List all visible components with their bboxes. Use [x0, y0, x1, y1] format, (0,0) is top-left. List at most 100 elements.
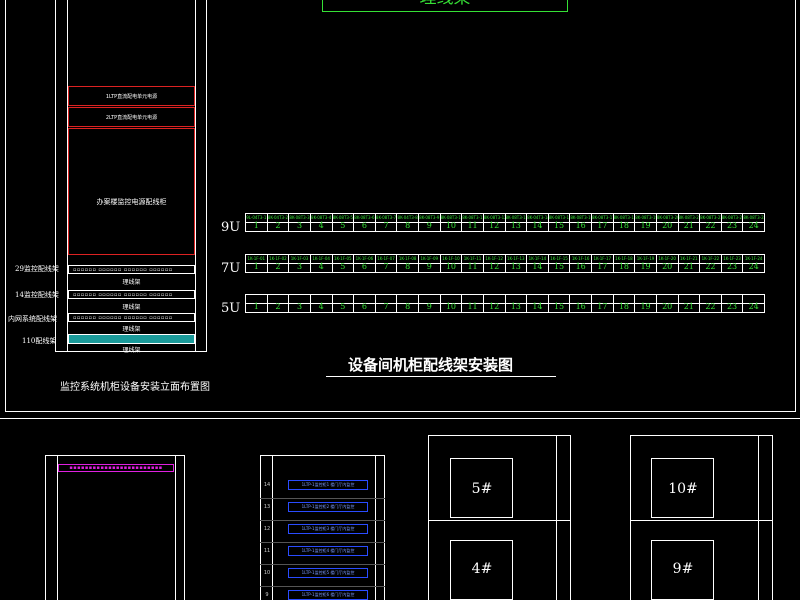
port-number: 7: [383, 302, 389, 311]
port-number: 12: [489, 302, 500, 311]
row-divider: [260, 564, 385, 565]
patch-port: 1K-1F-10 10: [440, 255, 463, 272]
patch-port: 1K-1F-03 3: [289, 255, 311, 272]
port-number: 2: [275, 221, 281, 230]
port-tag: 8K-08T3-12: [483, 215, 505, 220]
port-number: 3: [297, 221, 303, 230]
blue-equipment-item: 1LTP-1监控柜4 楼门厅内监控: [288, 546, 368, 556]
port-tag: 8K-08T3-20: [656, 215, 678, 220]
port-number: 5: [340, 262, 346, 271]
rack-id-4: 4#: [471, 561, 493, 577]
port-tag: 1K-1F-17: [593, 256, 612, 261]
patch-port: 1K-1F-04 4: [310, 255, 333, 272]
port-tag: 8K-08T3-16: [570, 215, 591, 220]
row-divider: [260, 498, 385, 499]
port-tag: 8K-08T3-13: [505, 215, 527, 220]
patch-port: 20: [656, 295, 679, 312]
port-tag: 8K-08T3-6: [354, 215, 375, 220]
unit-label-7u: 7U: [221, 261, 241, 276]
panel-label-intranet: 内网系统配线架: [8, 315, 57, 323]
port-number: 17: [597, 221, 608, 230]
patch-port: 4: [310, 295, 333, 312]
patch-port: 8K-08T3-10 10: [440, 214, 463, 231]
port-tag: 1K-1F-07: [377, 256, 395, 261]
port-number: 22: [705, 221, 716, 230]
port-tag: 1K-1F-16: [571, 256, 590, 261]
patch-port: 1K-1F-01 1: [246, 255, 268, 272]
port-tag: 8K-08T3-3: [289, 215, 310, 220]
port-number: 14: [532, 221, 543, 230]
row-divider: [260, 586, 385, 587]
patch-port: 12: [483, 295, 506, 312]
title-underline: [326, 376, 556, 377]
port-number: 12: [489, 221, 500, 230]
port-number: 20: [662, 221, 673, 230]
patch-port: 8K-04T3-8 8: [397, 214, 419, 231]
port-number: 4: [318, 302, 324, 311]
port-tag: 1K-1F-01: [247, 256, 266, 261]
port-number: 14: [532, 262, 543, 271]
patch-port: 1K-1F-17 17: [592, 255, 614, 272]
patch-port: 9: [419, 295, 441, 312]
patch-port: 8K-08T3-7 7: [375, 214, 398, 231]
port-number: 16: [575, 262, 586, 271]
patch-port: 8K-08T3-12 12: [483, 214, 506, 231]
patch-row-5u: 1 2 3 4 5 6 7 8 9 10 11 12 13 14 15 16 17 18 19 20 21 22 23 24: [245, 294, 765, 313]
rail: [375, 455, 376, 600]
port-number: 9: [426, 262, 432, 271]
port-tag: 1K-1F-14: [528, 256, 547, 261]
port-number: 22: [705, 302, 716, 311]
patch-port: 23: [721, 295, 744, 312]
bottom-rack-1: [45, 455, 185, 600]
port-number: 12: [489, 262, 500, 271]
port-number: 18: [618, 302, 630, 311]
port-tag: 1K-1F-18: [615, 256, 633, 261]
patch-port: 19: [635, 295, 657, 312]
patch-port: 1K-1F-16 16: [570, 255, 592, 272]
row-number: 13: [263, 504, 271, 510]
port-tag: 8K-08T3-9: [419, 215, 440, 220]
frame-bottom: [5, 411, 796, 412]
port-tag: 8K-04T3-14: [527, 215, 548, 220]
cable-manager-3: 理线架: [122, 326, 141, 333]
row-number: 11: [263, 548, 271, 554]
patch-port: 1K-1F-22 22: [700, 255, 722, 272]
patch-port: 8K-08T3-23 23: [721, 214, 744, 231]
patch-port: 8K-08T3-9 9: [419, 214, 441, 231]
patch-row-7u: 1K-1F-01 1 1K-1F-02 2 1K-1F-03 3 1K-1F-04 4 1K-1…: [245, 254, 765, 273]
patch-port: 10: [440, 295, 463, 312]
port-number: 15: [553, 262, 565, 271]
patch-port: 9L-04T3-1 1: [246, 214, 268, 231]
frame-right: [795, 0, 796, 412]
port-tag: 1K-1F-20: [658, 256, 676, 261]
port-tag: 1K-1F-09: [420, 256, 439, 261]
patch-port: 1K-1F-06 6: [354, 255, 376, 272]
patch-port: 21: [678, 295, 701, 312]
port-number: 23: [726, 221, 738, 230]
patch-port: 1K-1F-12 12: [483, 255, 506, 272]
port-number: 19: [640, 302, 651, 311]
port-tag: 1K-1F-19: [636, 256, 655, 261]
port-number: 5: [340, 302, 346, 311]
port-tag: 8K-04T3-8: [397, 215, 418, 220]
port-number: 3: [297, 262, 303, 271]
rail: [758, 435, 759, 600]
port-number: 6: [361, 262, 367, 271]
patch-row-9u: 9L-04T3-1 1 8K-04T3-2 2 8K-08T3-3 3 8K-08T3-4 4…: [245, 213, 765, 232]
port-number: 15: [553, 221, 565, 230]
port-number: 16: [575, 221, 586, 230]
port-tag: 8K-08T3-24: [743, 215, 764, 220]
patch-port: 8: [397, 295, 419, 312]
patch-port: 14: [527, 295, 549, 312]
port-tag: 1K-1F-15: [550, 256, 568, 261]
patch-port: 1K-1F-21 21: [678, 255, 701, 272]
blue-equipment-item: 1LTP-1监控柜6 楼门厅内监控: [288, 590, 368, 600]
patch-port: 8K-08T3-19 19: [635, 214, 657, 231]
patch-port: 8K-08T3-6 6: [354, 214, 376, 231]
patch-port: 3: [289, 295, 311, 312]
port-number: 3: [297, 302, 303, 311]
patch-panel-29: ▫▫▫▫▫▫ ▫▫▫▫▫▫ ▫▫▫▫▫▫ ▫▫▫▫▫▫: [68, 265, 195, 274]
patch-port: 1K-1F-14 14: [527, 255, 549, 272]
patch-port: 8K-04T3-14 14: [527, 214, 549, 231]
port-number: 24: [748, 221, 759, 230]
